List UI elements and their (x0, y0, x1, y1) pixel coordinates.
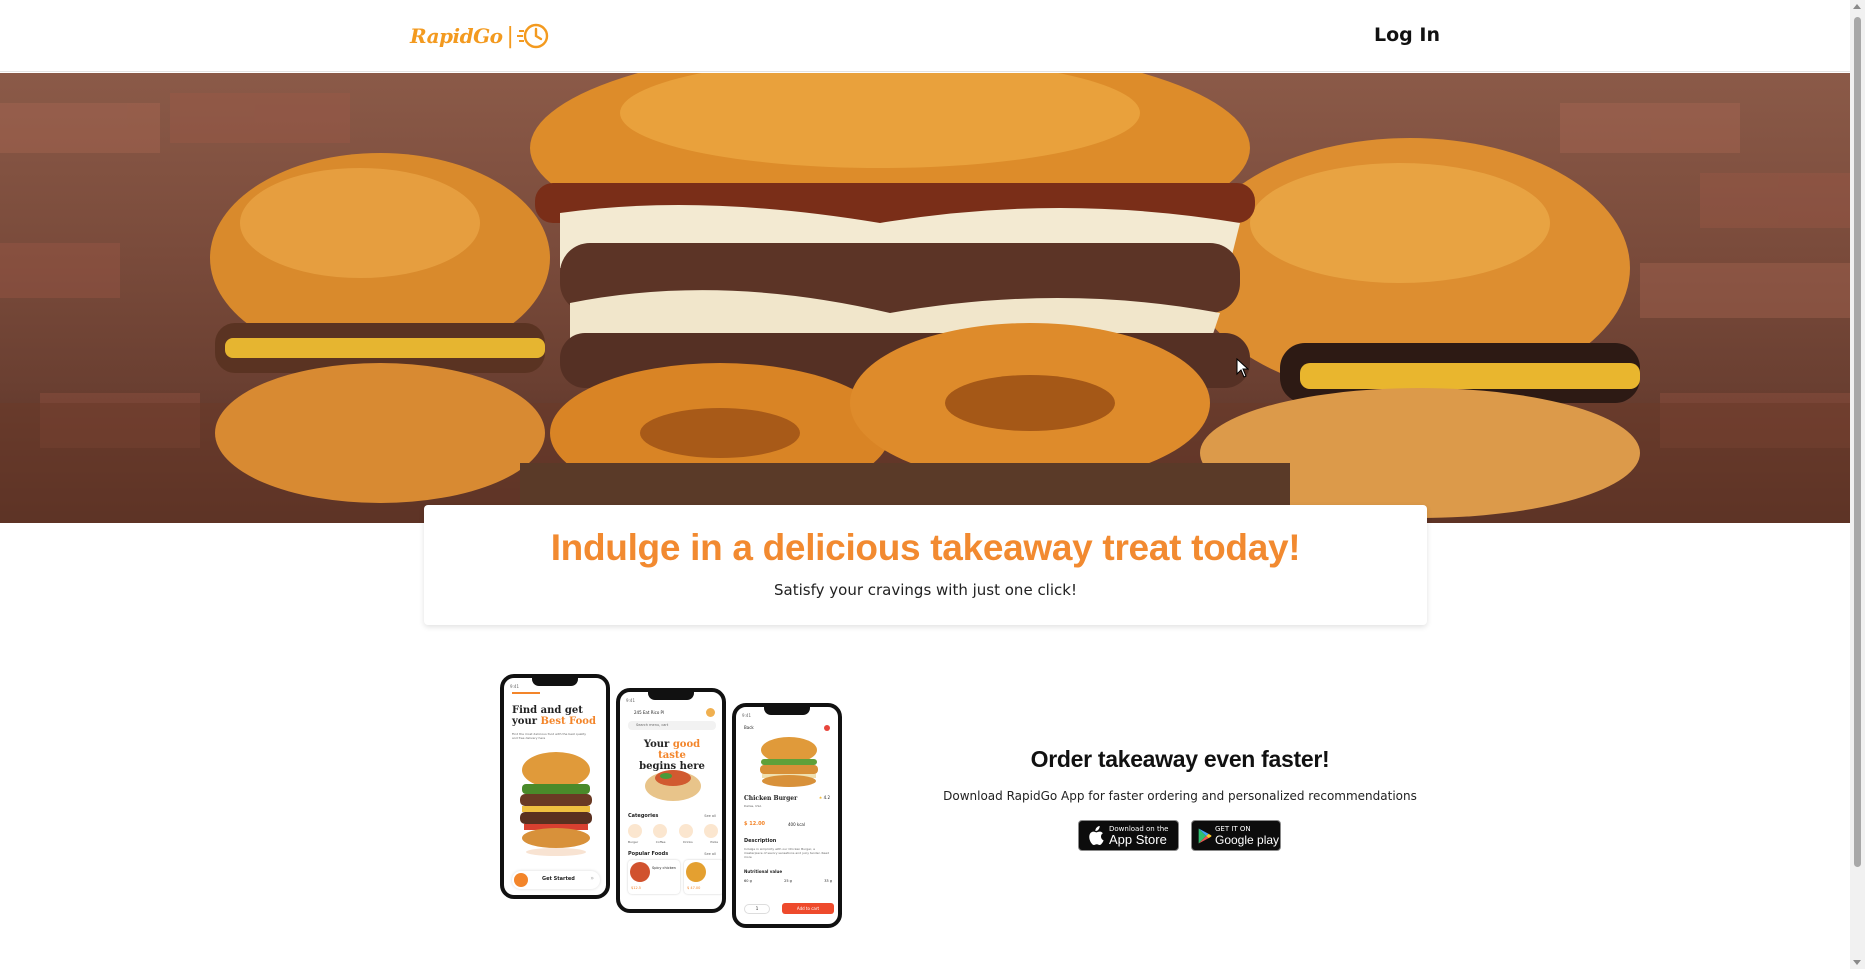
page-scrollbar[interactable] (1850, 0, 1865, 969)
category-label: Burger (628, 840, 639, 844)
home-title-a: Your (643, 739, 673, 750)
phone-notch (764, 707, 810, 715)
get-started-button[interactable]: Get Started » (512, 871, 600, 889)
add-to-cart-label: Add to cart (796, 906, 820, 911)
top-navbar: RapidGo | Log In (0, 0, 1850, 72)
categories-see-all-link[interactable]: See all (704, 814, 716, 818)
category-coffee[interactable] (653, 824, 668, 838)
mouse-cursor-icon (1236, 358, 1250, 378)
popular-see-all-link[interactable]: See all (704, 852, 716, 856)
location-selector[interactable]: 245 Eat Rico Pl (634, 710, 664, 715)
category-label: Coffee (655, 840, 666, 844)
nutrition-value: 25 g (784, 879, 792, 883)
app-store-label: App Store (1109, 831, 1167, 847)
apple-icon (1089, 825, 1104, 845)
rapidgo-logo[interactable]: RapidGo | (410, 19, 551, 53)
description-text: Indulge in simplicity with our Chicken B… (744, 847, 830, 859)
product-calories: 400 kcal (788, 822, 805, 827)
quantity-value: 1 (755, 906, 759, 911)
description-heading: Description (744, 838, 777, 844)
phone-status-time: 9:41 (510, 684, 519, 689)
phone-mockup-detail: 9:41 Back Chicken Burger ★ 4.2 Dallas, U… (732, 703, 842, 928)
avatar (706, 708, 715, 717)
phone-mockup-home: 9:41 245 Eat Rico Pl Search menu, cart Y… (616, 688, 726, 913)
progress-indicator (512, 692, 540, 694)
nutrition-values: 60 g 25 g 33 g (744, 879, 832, 883)
logo-separator: | (506, 23, 514, 49)
google-play-small-text: GET IT ON (1215, 824, 1251, 833)
rating-badge: ★ 4.2 (819, 795, 830, 800)
food-card[interactable]: Spicy chicken $12.5 (628, 860, 680, 894)
search-placeholder: Search menu, cart (636, 723, 669, 727)
popular-heading: Popular Foods (628, 851, 669, 857)
hero-headline: Indulge in a delicious takeaway treat to… (550, 527, 1301, 568)
phone-notch (532, 678, 578, 686)
google-play-icon (1198, 828, 1212, 843)
chicken-burger-image (760, 737, 818, 787)
google-play-button[interactable]: GET IT ON Google play (1191, 820, 1281, 851)
category-label: Pizza (710, 840, 718, 844)
phone-status-time: 9:41 (626, 698, 635, 703)
food-image (686, 862, 706, 882)
burrito-illustration (645, 770, 701, 801)
category-pizza[interactable] (703, 824, 718, 838)
arrow-circle-icon (514, 873, 528, 887)
back-button[interactable]: Back (744, 725, 754, 730)
heart-icon[interactable] (824, 725, 830, 731)
rating-value: 4.2 (823, 795, 830, 800)
chevrons-icon: » (590, 875, 594, 882)
promo-text: Download RapidGo App for faster ordering… (943, 789, 1417, 803)
app-store-button[interactable]: Download on the App Store (1078, 820, 1179, 851)
food-price: $ 47.00 (687, 886, 701, 890)
phone-notch (648, 692, 694, 700)
nutrition-heading: Nutritional value (744, 869, 783, 874)
welcome-title: Find and get your Best Food (512, 705, 596, 727)
logo-text: RapidGo (410, 24, 503, 48)
category-burger[interactable] (628, 824, 642, 838)
login-link[interactable]: Log In (1374, 24, 1440, 46)
product-name: Chicken Burger (744, 795, 798, 802)
welcome-description: Find the most delicious food with the be… (512, 732, 587, 740)
stopwatch-icon (516, 23, 549, 49)
welcome-title-line1: Find and get (512, 705, 583, 716)
promo-title: Order takeaway even faster! (1030, 746, 1330, 772)
quantity-stepper[interactable]: 1 (744, 904, 770, 914)
google-play-text: GET IT ON Google play (1215, 825, 1279, 847)
phone-status-time: 9:41 (742, 713, 751, 718)
search-input[interactable]: Search menu, cart (628, 721, 716, 730)
category-label: Drinks (683, 840, 693, 844)
product-price: $ 12.00 (744, 821, 766, 827)
welcome-title-accent: Best Food (540, 716, 596, 727)
categories-heading: Categories (628, 813, 659, 819)
headline-card: Indulge in a delicious takeaway treat to… (424, 505, 1427, 625)
scrollbar-thumb[interactable] (1854, 17, 1861, 867)
app-store-text: Download on the App Store (1109, 825, 1168, 847)
get-started-label: Get Started (542, 876, 575, 882)
scroll-up-arrow-icon[interactable] (1853, 4, 1861, 9)
burger-hero-image (0, 73, 1850, 523)
google-play-label: Google play (1215, 832, 1280, 847)
welcome-title-line2: your (512, 716, 541, 727)
category-drinks[interactable] (678, 824, 693, 838)
scroll-down-arrow-icon[interactable] (1853, 960, 1861, 965)
add-to-cart-button[interactable]: Add to cart (782, 903, 834, 914)
hero-subheadline: Satisfy your cravings with just one clic… (774, 581, 1077, 599)
nutrition-value: 33 g (824, 879, 832, 883)
star-icon: ★ (818, 795, 823, 800)
food-image (630, 862, 650, 882)
phone-mockup-welcome: 9:41 Find and get your Best Food Find th… (500, 674, 610, 899)
category-labels: Burger Coffee Drinks Pizza (628, 840, 718, 844)
nutrition-value: 60 g (744, 879, 752, 883)
food-name: Spicy chicken (652, 866, 676, 870)
burger-illustration (520, 752, 592, 856)
food-price: $12.5 (631, 886, 642, 890)
product-location: Dallas, USA (744, 804, 762, 808)
category-chips (628, 824, 718, 838)
food-card[interactable]: $ 47.00 (684, 860, 722, 894)
